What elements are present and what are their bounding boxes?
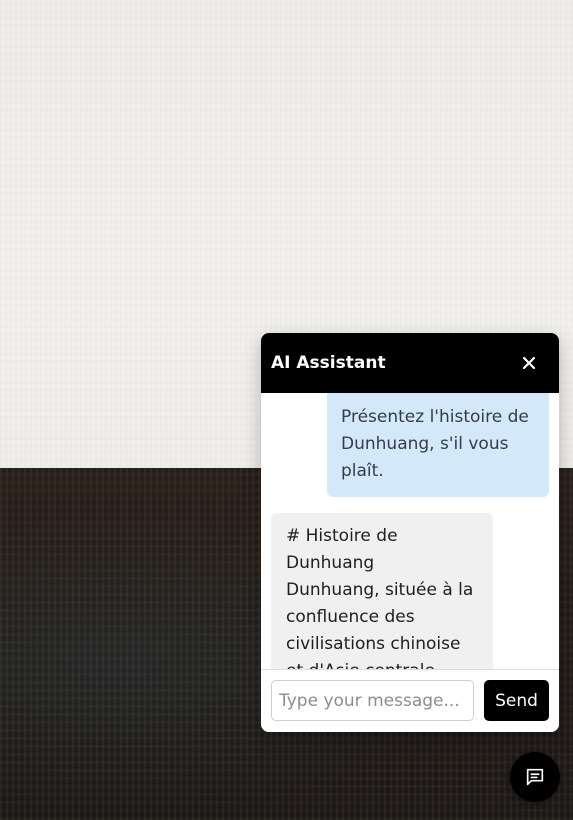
chat-message-icon [526,768,544,786]
close-button[interactable] [514,348,544,378]
assistant-message: # Histoire de Dunhuang Dunhuang, située … [271,513,493,670]
message-input[interactable] [271,680,474,721]
message-list[interactable]: Présentez l'histoire de Dunhuang, s'il v… [261,393,559,670]
close-icon [523,357,535,369]
input-bar: Send [261,669,559,732]
chat-toggle-button[interactable] [510,752,560,802]
send-button[interactable]: Send [484,680,549,721]
user-message: Présentez l'histoire de Dunhuang, s'il v… [327,393,549,497]
chat-title: AI Assistant [271,353,386,373]
chat-panel: AI Assistant Présentez l'histoire de Dun… [261,333,559,732]
chat-header: AI Assistant [261,333,559,393]
